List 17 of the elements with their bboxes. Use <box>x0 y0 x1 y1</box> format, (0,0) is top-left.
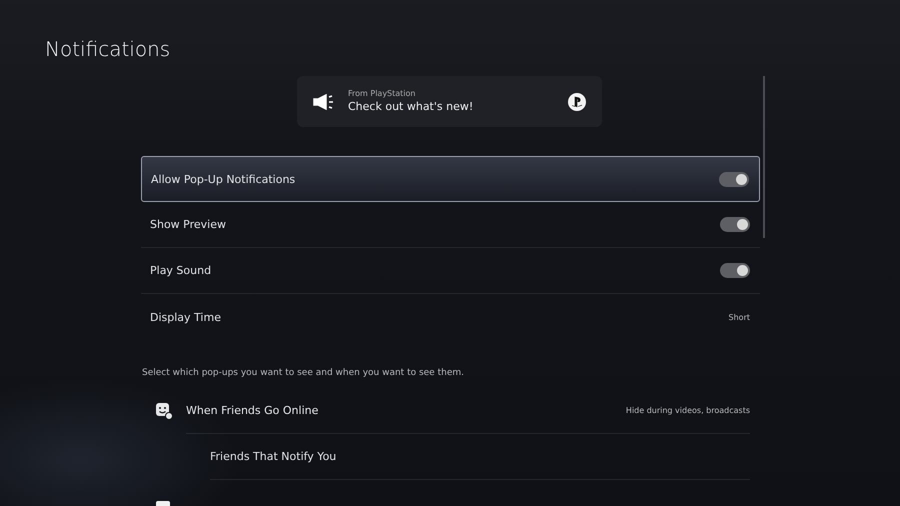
logo-icon <box>568 92 586 110</box>
subsetting-row[interactable]: Friends That Notify You <box>210 434 750 480</box>
toggle-switch[interactable] <box>720 263 750 278</box>
toggle-switch[interactable] <box>719 172 749 186</box>
setting-row[interactable]: Allow Pop-Up Notifications <box>141 156 760 202</box>
toggle-switch[interactable] <box>720 217 750 232</box>
page-title: Notifications <box>45 36 172 63</box>
description-text: Select which pop-ups you want to see and when you want to see them. <box>142 368 465 378</box>
smiley-icon <box>155 402 173 420</box>
setting-value: Short <box>728 312 750 322</box>
setting-row[interactable]: Display Time Short <box>141 294 760 340</box>
category-row[interactable]: When Friends Go Online Hide during videos, broadcasts <box>186 388 750 434</box>
category-value: Hide during videos, broadcasts <box>626 406 750 415</box>
setting-row[interactable]: Play Sound <box>141 248 760 294</box>
notification-source: From PlayStation <box>348 88 416 99</box>
setting-row[interactable]: Show Preview <box>141 202 760 248</box>
notification-message: Check out what's new! <box>348 99 474 115</box>
